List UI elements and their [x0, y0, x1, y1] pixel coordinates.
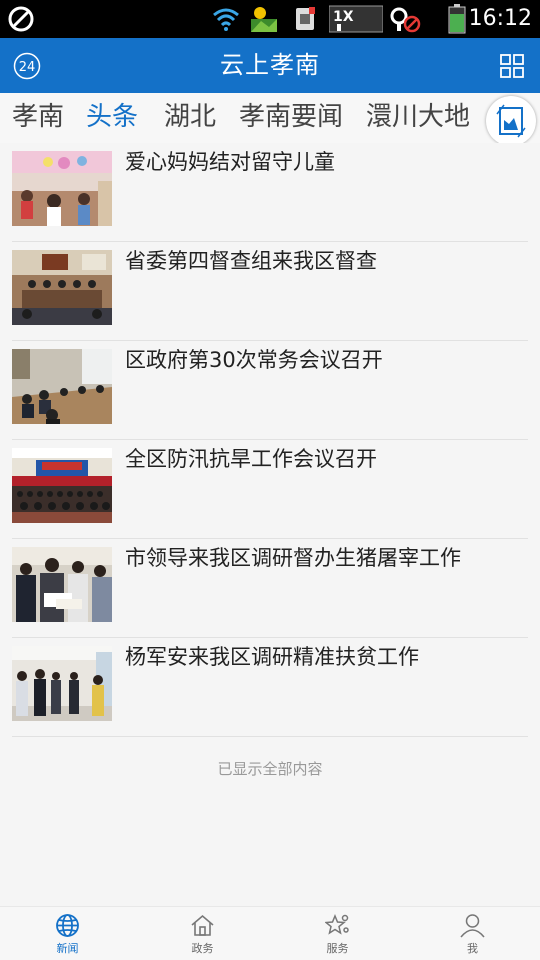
gallery-icon — [247, 0, 281, 38]
end-of-list-note: 已显示全部内容 — [217, 760, 323, 778]
wifi-icon — [210, 0, 242, 38]
nav-news[interactable]: 新闻 — [0, 907, 135, 960]
tab-hubei[interactable]: 湖北 — [164, 93, 216, 143]
app-title: 云上孝南 — [220, 51, 320, 79]
tab-headlines[interactable]: 头条 — [86, 93, 138, 143]
news-headline: 爱心妈妈结对留守儿童 — [125, 150, 335, 174]
category-tabs: 孝南 头条 湖北 孝南要闻 澴川大地 — [0, 93, 540, 143]
nav-label: 政务 — [191, 942, 214, 955]
hallway-visit-photo — [12, 646, 112, 721]
news-headline: 市领导来我区调研督办生猪屠宰工作 — [125, 546, 461, 570]
nav-label: 服务 — [326, 942, 349, 955]
meeting-room-photo — [12, 250, 112, 325]
battery-icon — [444, 0, 470, 38]
officials-documents-photo — [12, 547, 112, 622]
news-item[interactable]: 市领导来我区调研督办生猪屠宰工作 — [12, 539, 528, 638]
blocked-icon — [6, 0, 36, 38]
tab-xiaonan[interactable]: 孝南 — [12, 93, 64, 143]
news-list: 爱心妈妈结对留守儿童 省委第四督查组来我区督查 区政府第30次常务会议召开 全区… — [0, 143, 540, 737]
nav-label: 新闻 — [56, 942, 79, 955]
news-item[interactable]: 全区防汛抗旱工作会议召开 — [12, 440, 528, 539]
gps-icon — [388, 0, 422, 38]
nav-government[interactable]: 政务 — [135, 907, 270, 960]
auditorium-photo — [12, 448, 112, 523]
channel-edit-icon — [496, 104, 526, 138]
news-headline: 全区防汛抗旱工作会议召开 — [125, 447, 377, 471]
news-item[interactable]: 爱心妈妈结对留守儿童 — [12, 143, 528, 242]
news-item[interactable]: 杨军安来我区调研精准扶贫工作 — [12, 638, 528, 737]
svg-text:1X: 1X — [333, 9, 354, 25]
news-item[interactable]: 省委第四督查组来我区督查 — [12, 242, 528, 341]
sim-icon — [290, 0, 320, 38]
news-headline: 区政府第30次常务会议召开 — [125, 348, 383, 372]
person-icon — [460, 913, 485, 938]
news-headline: 杨军安来我区调研精准扶贫工作 — [125, 645, 419, 669]
app-bar: 24 云上孝南 — [0, 38, 540, 93]
news-headline: 省委第四督查组来我区督查 — [125, 249, 377, 273]
tab-xiaonan-news[interactable]: 孝南要闻 — [239, 93, 343, 143]
nav-label: 我 — [467, 942, 478, 955]
tab-huanchuan[interactable]: 澴川大地 — [366, 93, 470, 143]
clock: 16:12 — [468, 6, 532, 31]
globe-icon — [55, 913, 80, 938]
meeting-table-photo — [12, 349, 112, 424]
status-bar: 1X 16:12 — [0, 0, 540, 38]
classroom-children-photo — [12, 151, 112, 226]
news-item[interactable]: 区政府第30次常务会议召开 — [12, 341, 528, 440]
nav-me[interactable]: 我 — [405, 907, 540, 960]
home-icon — [190, 913, 215, 938]
channel-edit-button[interactable] — [486, 96, 536, 143]
bottom-nav: 新闻 政务 服务 我 — [0, 906, 540, 960]
nav-services[interactable]: 服务 — [270, 907, 405, 960]
grid-menu-icon[interactable] — [500, 54, 524, 78]
network-1x-icon: 1X — [328, 0, 384, 38]
star-services-icon — [324, 913, 350, 938]
